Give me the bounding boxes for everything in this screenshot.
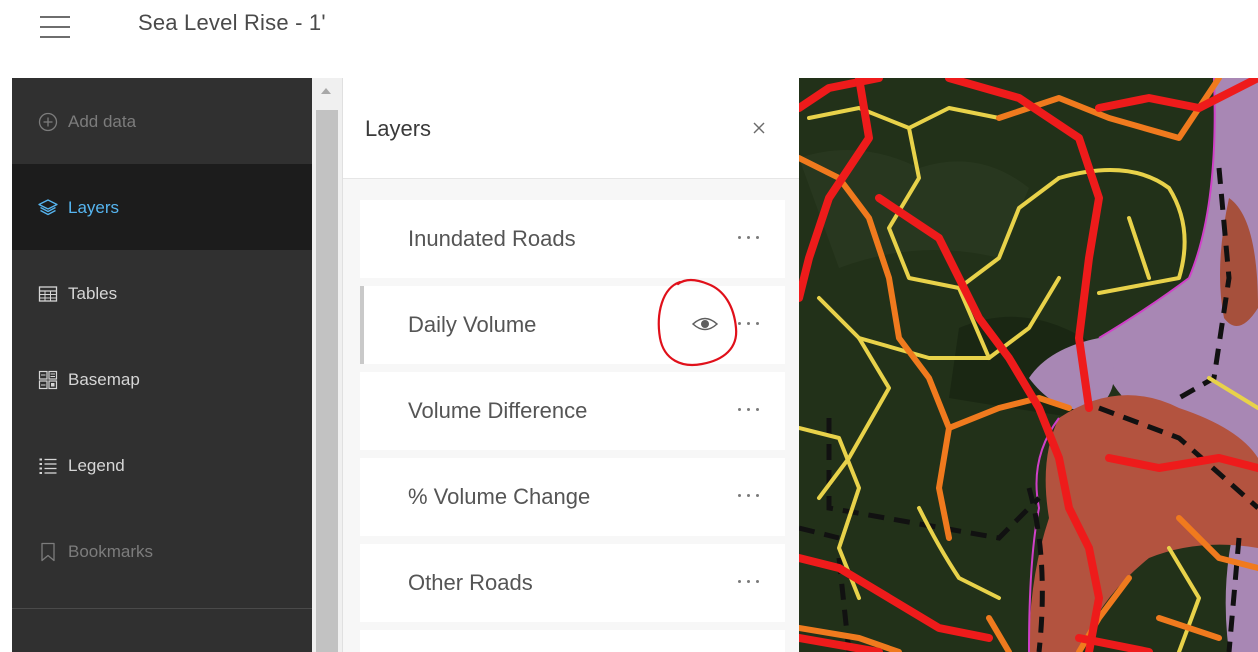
layer-name: Volume Difference	[408, 398, 588, 423]
layer-item-other-roads[interactable]: Other Roads	[360, 544, 785, 622]
sidebar: Add data Layers Tables Basemap Legend Bo…	[12, 78, 312, 652]
sidebar-item-label: Add data	[68, 112, 137, 131]
sidebar-item-basemap[interactable]: Basemap	[12, 336, 312, 422]
layer-name: Daily Volume	[408, 312, 537, 337]
red-circle-annotation	[657, 278, 738, 367]
sidebar-item-tables[interactable]: Tables	[12, 250, 312, 336]
sidebar-item-label: Bookmarks	[68, 542, 154, 561]
sidebar-scrollbar[interactable]	[312, 78, 342, 652]
layers-icon	[38, 199, 58, 216]
panel-title: Layers	[365, 116, 432, 141]
add-circle-icon	[38, 112, 58, 132]
scrollbar-thumb[interactable]	[316, 110, 338, 652]
scroll-up-arrow-icon[interactable]	[321, 88, 331, 94]
panel-header: Layers	[343, 78, 799, 179]
sidebar-item-legend[interactable]: Legend	[12, 422, 312, 508]
table-icon	[38, 286, 58, 302]
close-icon[interactable]	[749, 118, 769, 138]
more-options-icon[interactable]	[734, 488, 764, 504]
layer-name: % Volume Change	[408, 484, 591, 509]
sidebar-item-add-data[interactable]: Add data	[12, 78, 312, 164]
top-bar: Sea Level Rise - 1'	[0, 0, 1258, 78]
menu-hamburger-icon[interactable]	[40, 14, 70, 40]
sidebar-item-bookmarks[interactable]: Bookmarks	[12, 508, 312, 594]
basemap-icon	[38, 370, 58, 390]
layer-item-volume-change[interactable]: % Volume Change	[360, 458, 785, 536]
layer-name: Inundated Roads	[408, 226, 576, 251]
more-options-icon[interactable]	[734, 402, 764, 418]
sidebar-item-layers[interactable]: Layers	[12, 164, 312, 250]
map-view[interactable]	[799, 78, 1258, 652]
layer-name: Other Roads	[408, 570, 533, 595]
map-canvas	[799, 78, 1258, 652]
layer-item-inundated-roads[interactable]: Inundated Roads	[360, 200, 785, 278]
sidebar-item-label: Legend	[68, 456, 125, 475]
sidebar-item-label: Basemap	[68, 370, 140, 389]
layer-item-partial[interactable]	[360, 630, 785, 652]
more-options-icon[interactable]	[734, 230, 764, 246]
sidebar-item-label: Tables	[68, 284, 118, 303]
bookmark-icon	[41, 542, 55, 562]
sidebar-item-label: Layers	[68, 198, 120, 217]
more-options-icon[interactable]	[734, 574, 764, 590]
legend-icon	[39, 458, 57, 474]
layer-item-volume-difference[interactable]: Volume Difference	[360, 372, 785, 450]
sidebar-divider	[12, 608, 312, 609]
app-title: Sea Level Rise - 1'	[138, 10, 326, 35]
